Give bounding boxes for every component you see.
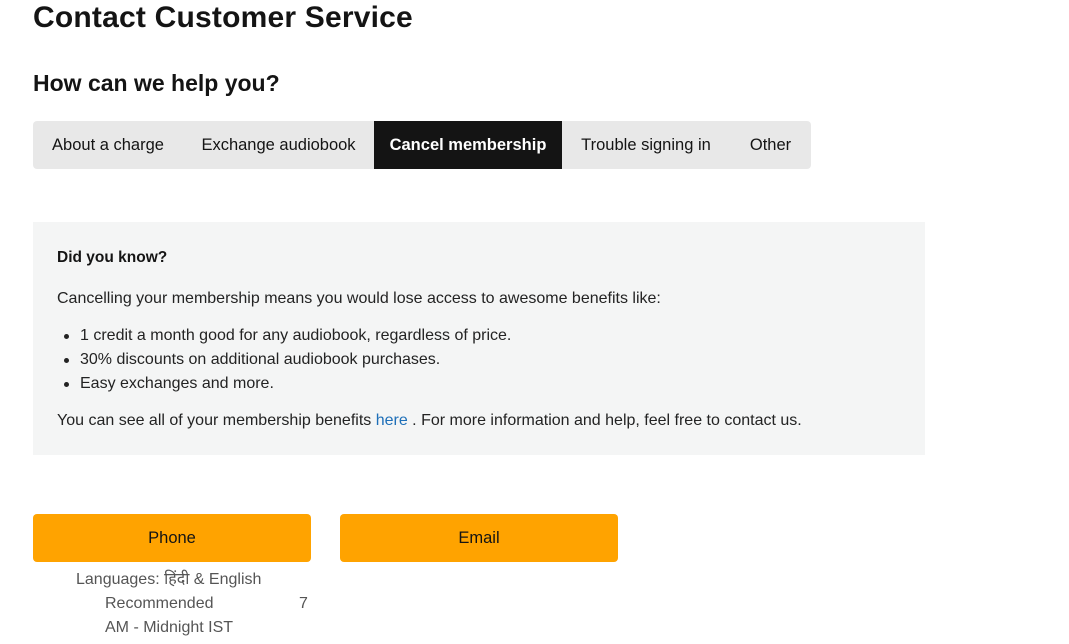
benefit-text: 1 credit a month good for any audiobook,… [80,327,512,344]
footer-text-before: You can see all of your membership benef… [57,412,376,429]
bullet-icon [64,358,69,363]
benefits-list: 1 credit a month good for any audiobook,… [57,324,901,396]
footer-text-after: . For more information and help, feel fr… [407,412,802,429]
benefit-text: 30% discounts on additional audiobook pu… [80,351,441,368]
tab-cancel-membership[interactable]: Cancel membership [374,121,562,169]
hours-start: 7 [299,595,308,612]
hours-end: AM - Midnight IST [105,619,234,636]
bullet-icon [64,382,69,387]
languages-text: Languages: हिंदी & English [76,571,262,588]
info-footer: You can see all of your membership benef… [57,411,901,431]
benefit-item: 1 credit a month good for any audiobook,… [57,324,901,348]
hours-row: AM - Midnight IST [76,616,308,640]
tab-trouble-signing-in[interactable]: Trouble signing in [562,121,730,169]
benefits-link[interactable]: here [376,412,408,429]
recommended-row: Recommended 7 [76,592,308,616]
recommended-label: Recommended [105,595,214,612]
benefit-item: Easy exchanges and more. [57,372,901,396]
email-button[interactable]: Email [340,514,618,562]
did-you-know-panel: Did you know? Cancelling your membership… [33,222,925,455]
info-intro: Cancelling your membership means you wou… [57,290,661,307]
info-heading: Did you know? [57,249,168,266]
tab-exchange-audiobook[interactable]: Exchange audiobook [183,121,374,169]
topic-tabs: About a charge Exchange audiobook Cancel… [33,121,811,169]
page-title: Contact Customer Service [33,1,413,34]
benefit-item: 30% discounts on additional audiobook pu… [57,348,901,372]
bullet-icon [64,334,69,339]
tab-about-a-charge[interactable]: About a charge [33,121,183,169]
benefit-text: Easy exchanges and more. [80,375,274,392]
phone-button[interactable]: Phone [33,514,311,562]
phone-info: Languages: हिंदी & English Recommended 7 … [76,568,308,640]
section-title: How can we help you? [33,70,280,96]
tab-other[interactable]: Other [730,121,811,169]
